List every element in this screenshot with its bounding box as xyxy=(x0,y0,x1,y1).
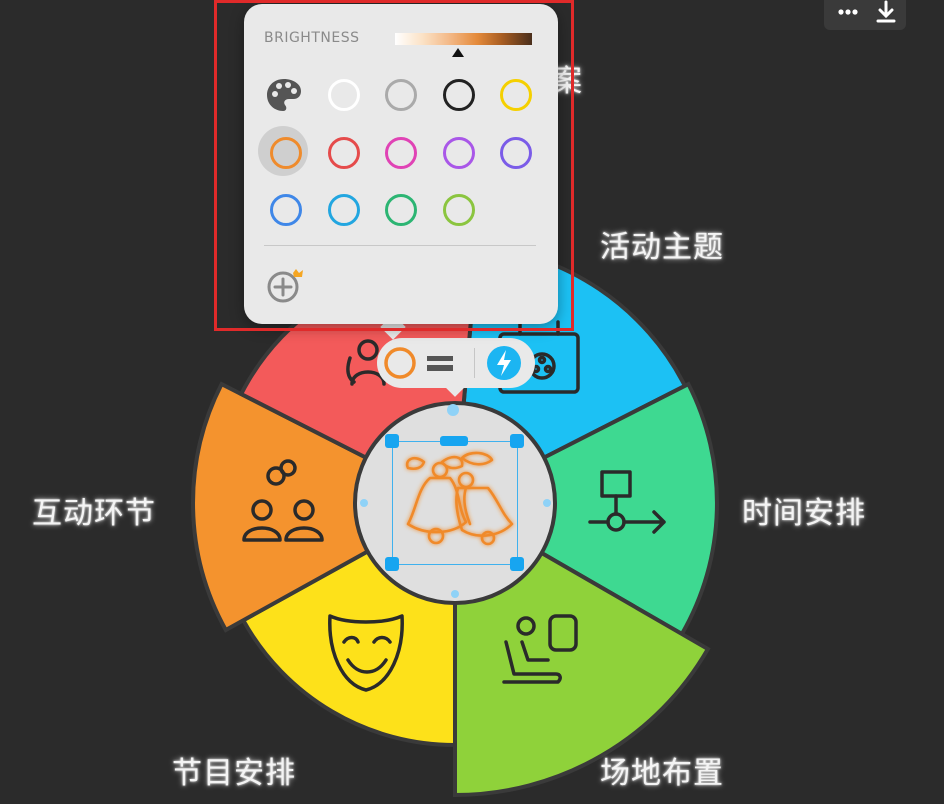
brightness-label: BRIGHTNESS xyxy=(264,30,360,46)
color-swatch[interactable] xyxy=(270,136,302,169)
color-swatch[interactable] xyxy=(327,194,360,226)
label-time-schedule: 时间安排 xyxy=(742,496,866,531)
element-toolbar xyxy=(377,338,535,388)
color-swatch[interactable] xyxy=(442,136,475,169)
resize-handle-top-right[interactable] xyxy=(510,434,524,448)
stroke-width-icon[interactable] xyxy=(421,344,459,382)
color-swatch[interactable] xyxy=(270,194,302,226)
color-swatch[interactable] xyxy=(500,136,532,169)
color-swatch[interactable] xyxy=(385,136,417,169)
brightness-slider[interactable] xyxy=(395,33,532,45)
anchor-dot-left xyxy=(360,499,368,507)
download-icon[interactable] xyxy=(868,0,904,26)
label-venue-layout: 场地布置 xyxy=(600,756,724,791)
color-swatch[interactable] xyxy=(327,136,360,169)
color-swatch[interactable] xyxy=(327,79,360,111)
resize-handle-bottom-left[interactable] xyxy=(385,557,399,571)
anchor-dot-bottom xyxy=(451,590,459,598)
resize-handle-top[interactable] xyxy=(440,436,468,446)
color-swatch[interactable] xyxy=(385,79,417,111)
color-swatch[interactable] xyxy=(442,79,475,111)
color-picker-popup: BRIGHTNESS xyxy=(244,4,558,324)
top-actions-bar xyxy=(824,0,906,30)
color-swatch[interactable] xyxy=(442,194,475,226)
add-color-premium-icon[interactable] xyxy=(266,267,306,303)
label-interaction: 互动环节 xyxy=(32,496,156,531)
color-swatch[interactable] xyxy=(385,194,417,226)
resize-handle-top-left[interactable] xyxy=(385,434,399,448)
resize-handle-bottom-right[interactable] xyxy=(510,557,524,571)
toolbar-separator xyxy=(474,348,475,378)
anchor-dot-right xyxy=(543,499,551,507)
picker-divider xyxy=(264,245,536,246)
color-swatch[interactable] xyxy=(500,79,532,111)
lightning-icon[interactable] xyxy=(485,344,523,382)
label-activity-theme: 活动主题 xyxy=(600,230,724,265)
label-program-schedule: 节目安排 xyxy=(172,756,296,791)
rotate-handle[interactable] xyxy=(447,404,459,416)
selection-box[interactable] xyxy=(392,441,518,565)
color-circle-icon[interactable] xyxy=(381,344,419,382)
brightness-slider-marker[interactable] xyxy=(452,48,464,57)
more-dots-icon[interactable] xyxy=(830,0,866,26)
palette-icon[interactable] xyxy=(265,77,303,113)
